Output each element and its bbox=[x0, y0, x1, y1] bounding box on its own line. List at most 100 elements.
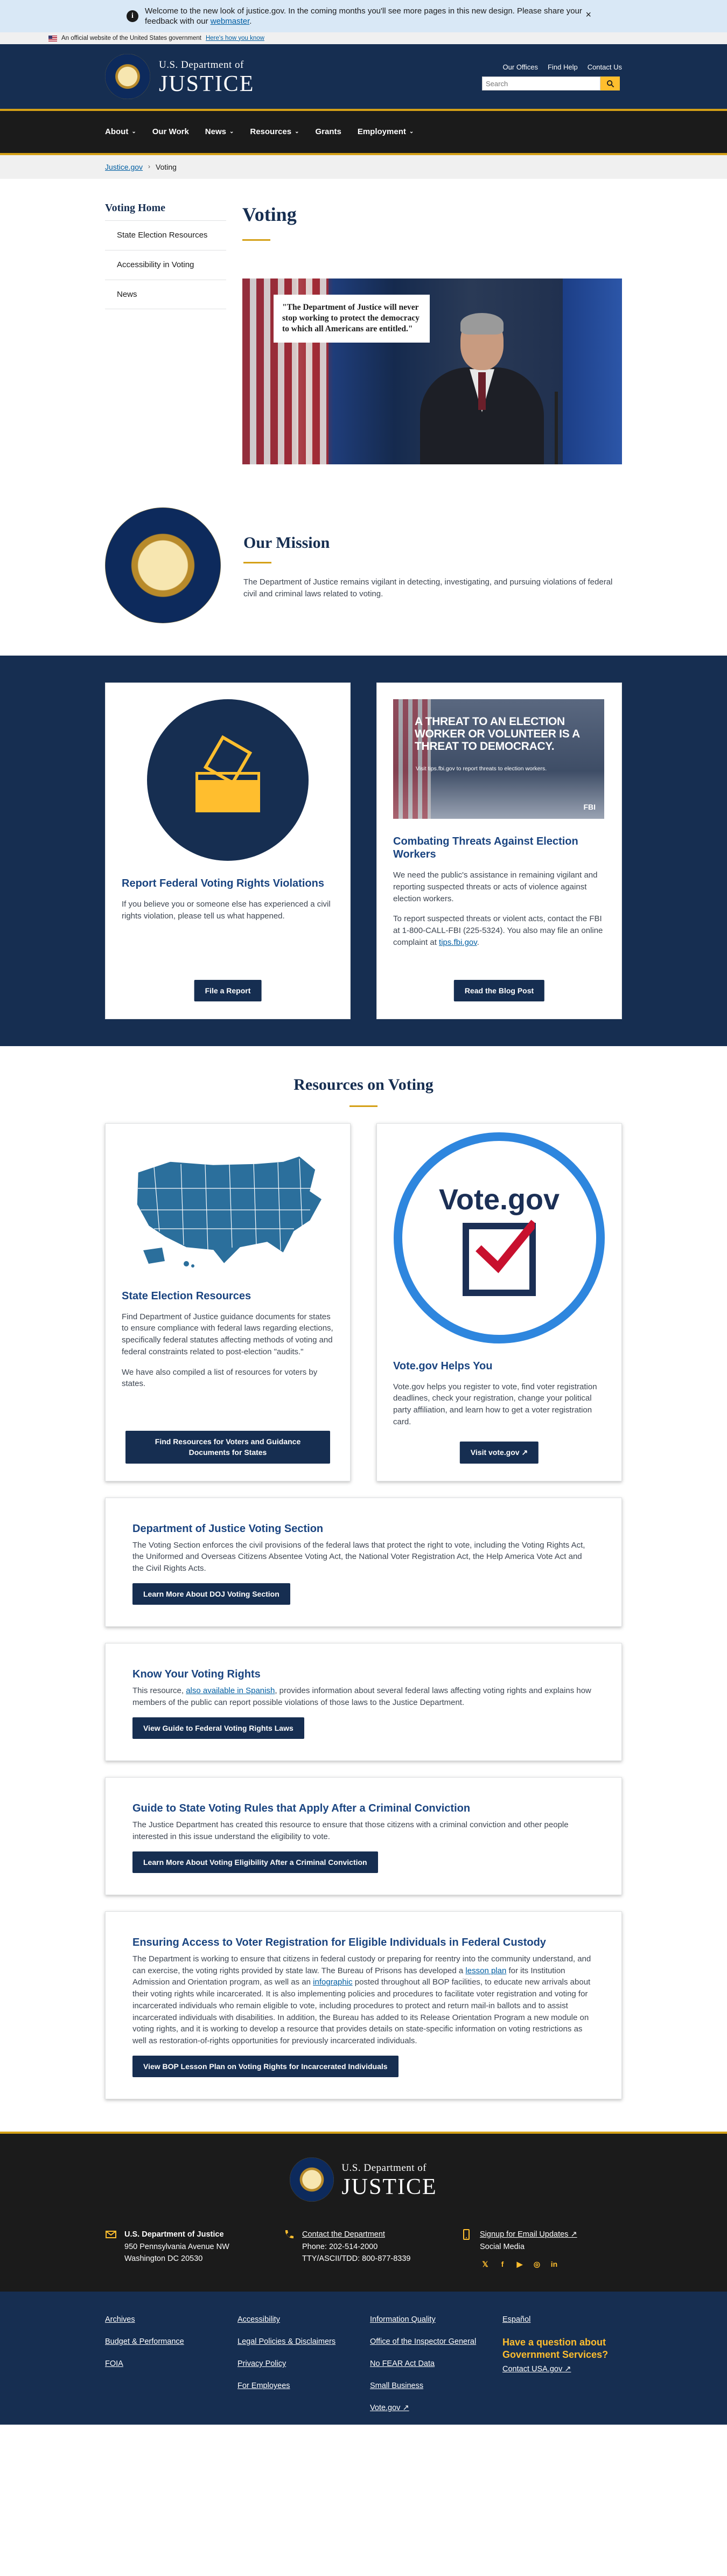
spanish-link[interactable]: also available in Spanish bbox=[186, 1686, 275, 1695]
footer-link-foia[interactable]: FOIA bbox=[105, 2358, 237, 2370]
card-title[interactable]: Department of Justice Voting Section bbox=[132, 1522, 595, 1535]
footer-link-privacy[interactable]: Privacy Policy bbox=[237, 2358, 370, 2370]
learn-more-eligibility-button[interactable]: Learn More About Voting Eligibility Afte… bbox=[132, 1851, 378, 1873]
footer-link-vote-gov[interactable]: Vote.gov ↗ bbox=[370, 2403, 502, 2414]
combating-threats-card: A THREAT TO AN ELECTION WORKER OR VOLUNT… bbox=[376, 683, 622, 1020]
footer-link-inspector-general[interactable]: Office of the Inspector General bbox=[370, 2336, 502, 2348]
infographic-link[interactable]: infographic bbox=[313, 1978, 352, 1987]
card-title[interactable]: Guide to State Voting Rules that Apply A… bbox=[132, 1802, 595, 1815]
nav-news[interactable]: News ⌄ bbox=[205, 126, 234, 138]
card-title[interactable]: Combating Threats Against Election Worke… bbox=[393, 835, 605, 861]
facebook-icon[interactable]: f bbox=[497, 2259, 508, 2270]
webmaster-link[interactable]: webmaster bbox=[211, 17, 250, 26]
instagram-icon[interactable]: ◎ bbox=[532, 2259, 542, 2270]
chevron-down-icon: ⌄ bbox=[131, 128, 136, 135]
find-help-link[interactable]: Find Help bbox=[548, 62, 578, 73]
email-signup-link[interactable]: Signup for Email Updates ↗ bbox=[480, 2230, 577, 2239]
side-nav-item-accessibility[interactable]: Accessibility in Voting bbox=[105, 250, 226, 280]
hero-image: "The Department of Justice will never st… bbox=[242, 279, 622, 465]
card-title[interactable]: Ensuring Access to Voter Registration fo… bbox=[132, 1936, 595, 1949]
search-input[interactable] bbox=[482, 76, 600, 91]
threat-image-headline: A THREAT TO AN ELECTION WORKER OR VOLUNT… bbox=[415, 715, 580, 753]
footer-link-small-business[interactable]: Small Business bbox=[370, 2380, 502, 2392]
twitter-icon[interactable]: 𝕏 bbox=[480, 2259, 491, 2270]
view-guide-button[interactable]: View Guide to Federal Voting Rights Laws bbox=[132, 1717, 304, 1739]
card-title[interactable]: Know Your Voting Rights bbox=[132, 1668, 595, 1681]
contact-department-link[interactable]: Contact the Department bbox=[302, 2230, 385, 2239]
close-icon[interactable]: × bbox=[585, 8, 591, 22]
chevron-down-icon: ⌄ bbox=[229, 128, 234, 135]
mission-divider bbox=[243, 562, 271, 564]
read-blog-post-button[interactable]: Read the Blog Post bbox=[453, 979, 545, 1002]
linkedin-icon[interactable]: in bbox=[549, 2259, 560, 2270]
footer-link-legal[interactable]: Legal Policies & Disclaimers bbox=[237, 2336, 370, 2348]
threat-banner-image: A THREAT TO AN ELECTION WORKER OR VOLUNT… bbox=[393, 699, 604, 819]
view-bop-lesson-plan-button[interactable]: View BOP Lesson Plan on Voting Rights fo… bbox=[132, 2055, 399, 2078]
youtube-icon[interactable]: ▶ bbox=[514, 2259, 525, 2270]
featured-cards-section: Report Federal Voting Rights Violations … bbox=[0, 656, 727, 1047]
chevron-down-icon: ⌄ bbox=[409, 128, 414, 135]
footer-link-espanol[interactable]: Español bbox=[502, 2314, 622, 2326]
heres-how-you-know-link[interactable]: Here's how you know bbox=[206, 34, 264, 43]
side-nav-item-news[interactable]: News bbox=[105, 280, 226, 310]
voting-section-card: Department of Justice Voting Section The… bbox=[105, 1497, 622, 1627]
doj-seal-logo[interactable] bbox=[105, 54, 150, 99]
fbi-logo: FBI bbox=[583, 802, 596, 811]
search-form bbox=[482, 76, 622, 91]
visit-vote-gov-button[interactable]: Visit vote.gov ↗ bbox=[459, 1442, 539, 1464]
breadcrumb: Justice.gov › Voting bbox=[0, 155, 727, 179]
footer-brand-main: JUSTICE bbox=[341, 2174, 437, 2199]
footer-link-employees[interactable]: For Employees bbox=[237, 2380, 370, 2392]
card-title[interactable]: State Election Resources bbox=[122, 1290, 334, 1303]
site-brand[interactable]: U.S. Department of JUSTICE bbox=[159, 58, 254, 95]
footer-brand[interactable]: U.S. Department of JUSTICE bbox=[0, 2157, 727, 2202]
footer-contact: Contact the Department Phone: 202-514-20… bbox=[283, 2229, 444, 2270]
header-links: Our Offices Find Help Contact Us bbox=[482, 62, 622, 73]
card-text: We need the public's assistance in remai… bbox=[393, 871, 598, 903]
footer-link-accessibility[interactable]: Accessibility bbox=[237, 2314, 370, 2326]
nav-employment[interactable]: Employment ⌄ bbox=[358, 126, 414, 138]
contact-usa-gov-link[interactable]: Contact USA.gov ↗ bbox=[502, 2364, 622, 2375]
know-your-rights-card: Know Your Voting Rights This resource, a… bbox=[105, 1643, 622, 1762]
search-button[interactable] bbox=[600, 76, 620, 91]
mission-section: Our Mission The Department of Justice re… bbox=[105, 507, 622, 656]
breadcrumb-home-link[interactable]: Justice.gov bbox=[105, 162, 143, 172]
gov-banner: An official website of the United States… bbox=[0, 32, 727, 44]
us-map-image bbox=[122, 1140, 333, 1273]
hero-quote: "The Department of Justice will never st… bbox=[274, 295, 430, 343]
mission-text: The Department of Justice remains vigila… bbox=[243, 577, 613, 598]
learn-more-voting-section-button[interactable]: Learn More About DOJ Voting Section bbox=[132, 1583, 290, 1605]
footer-link-budget[interactable]: Budget & Performance bbox=[105, 2336, 237, 2348]
search-icon bbox=[606, 80, 614, 88]
footer-links: Archives Accessibility Information Quali… bbox=[105, 2314, 622, 2414]
phone-number: Phone: 202-514-2000 bbox=[302, 2242, 378, 2251]
nav-resources[interactable]: Resources ⌄ bbox=[250, 126, 299, 138]
side-nav-item-state-election-resources[interactable]: State Election Resources bbox=[105, 221, 226, 250]
brand-main-text: JUSTICE bbox=[159, 71, 255, 96]
card-text: This resource, also available in Spanish… bbox=[132, 1686, 591, 1707]
nav-our-work[interactable]: Our Work bbox=[152, 126, 189, 138]
footer-link-archives[interactable]: Archives bbox=[105, 2314, 237, 2326]
page-title: Voting bbox=[242, 204, 297, 225]
ballot-box-icon bbox=[147, 699, 309, 861]
report-violations-card: Report Federal Voting Rights Violations … bbox=[105, 683, 351, 1020]
card-title[interactable]: Report Federal Voting Rights Violations bbox=[122, 877, 334, 890]
find-resources-button[interactable]: Find Resources for Voters and Guidance D… bbox=[125, 1431, 330, 1464]
tty-number: TTY/ASCII/TDD: 800-877-8339 bbox=[302, 2254, 411, 2264]
tips-fbi-link[interactable]: tips.fbi.gov bbox=[439, 938, 477, 947]
nav-grants[interactable]: Grants bbox=[315, 126, 341, 138]
contact-us-link[interactable]: Contact Us bbox=[588, 62, 622, 73]
mail-icon bbox=[106, 2231, 116, 2239]
footer-link-information-quality[interactable]: Information Quality bbox=[370, 2314, 502, 2326]
address-line: 950 Pennsylvania Avenue NW bbox=[124, 2242, 229, 2251]
side-nav-heading[interactable]: Voting Home bbox=[105, 200, 226, 221]
card-text: The Justice Department has created this … bbox=[132, 1820, 569, 1841]
card-title[interactable]: Vote.gov Helps You bbox=[393, 1360, 605, 1373]
file-report-button[interactable]: File a Report bbox=[194, 979, 262, 1002]
footer-brand-top: U.S. Department of bbox=[341, 2162, 427, 2174]
lesson-plan-link[interactable]: lesson plan bbox=[465, 1966, 506, 1975]
our-offices-link[interactable]: Our Offices bbox=[503, 62, 539, 73]
government-services-question: Have a question about Government Service… bbox=[502, 2337, 609, 2361]
footer-link-no-fear[interactable]: No FEAR Act Data bbox=[370, 2358, 502, 2370]
nav-about[interactable]: About ⌄ bbox=[105, 126, 136, 138]
